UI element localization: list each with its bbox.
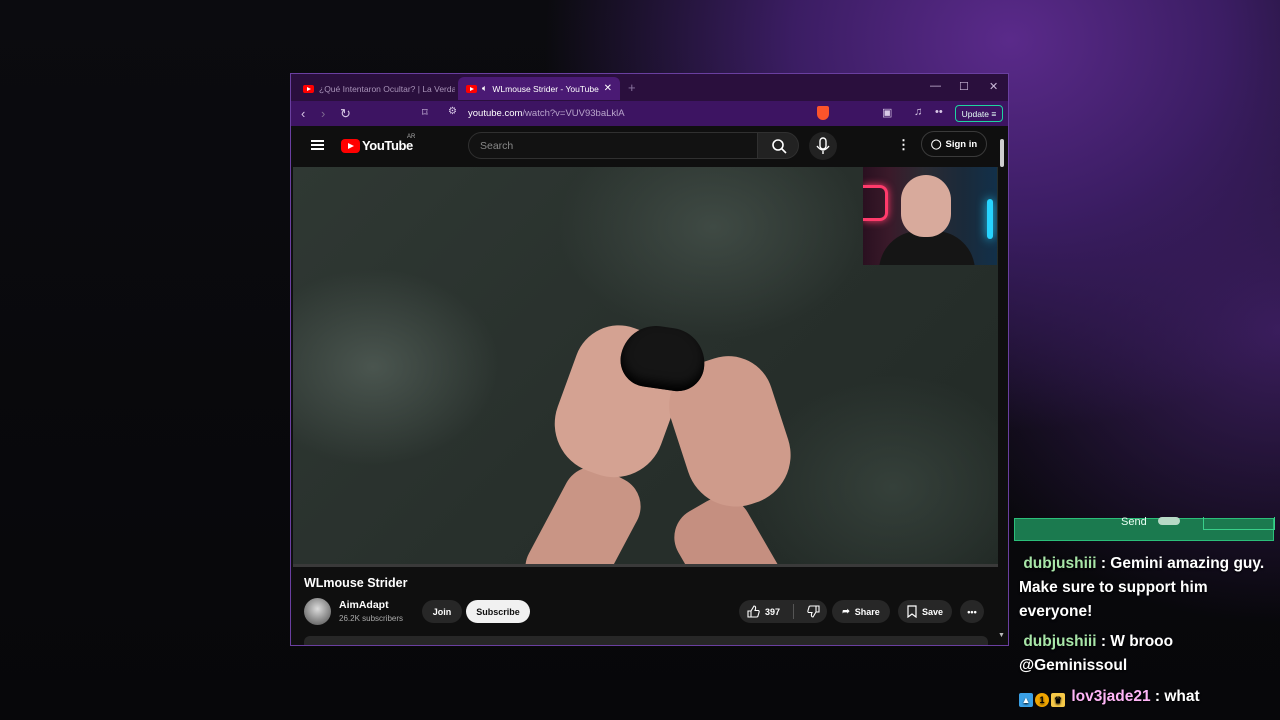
webcam-overlay [863,167,997,265]
video-title: WLmouse Strider [304,576,408,590]
sidebar-icon[interactable]: ▣ [882,106,892,119]
like-dislike-group: 397 [739,600,827,623]
more-actions-button[interactable]: ••• [960,600,984,623]
browser-window: ¿Qué Intentaron Ocultar? | La Verdad 🔈︎ … [290,73,1009,646]
crown-icon: ♛ [1051,693,1065,707]
menu-icon: ≡ [991,108,997,119]
neon-light [863,185,888,221]
forward-icon[interactable]: › [321,106,325,121]
chat-username[interactable]: lov3jade21 [1071,688,1150,705]
chat-username[interactable]: dubjushiii [1023,555,1096,572]
scrollbar-thumb[interactable] [1000,139,1004,167]
share-icon: ➦ [842,606,850,616]
tab-title: ¿Qué Intentaron Ocultar? | La Verdad [319,83,455,94]
music-icon[interactable]: ♫ [914,106,922,118]
save-bookmark-icon [907,605,917,618]
tab-active[interactable]: 🔈︎ WLmouse Strider - YouTube ✕ [458,77,620,100]
signin-label: Sign in [945,138,978,150]
url-field[interactable]: youtube.com/watch?v=VUV93baLklA [468,108,625,119]
search-input[interactable]: Search [468,132,758,159]
neon-light [987,199,993,239]
ellipsis-icon: ••• [967,606,977,617]
join-button[interactable]: Join [422,600,462,623]
url-path: /watch?v=VUV93baLklA [522,108,625,119]
bookmark-icon[interactable]: ⌑ [422,106,428,119]
subscribe-button[interactable]: Subscribe [466,600,530,623]
webcam-person-head [901,175,951,237]
microphone-icon [816,137,830,154]
reload-icon[interactable]: ↻ [340,106,351,122]
like-count: 397 [765,606,781,617]
like-button[interactable]: 397 [747,605,780,618]
share-label: Share [854,606,880,617]
close-icon[interactable]: ✕ [989,80,998,93]
video-player[interactable] [293,167,998,564]
voice-search-button[interactable] [809,132,837,160]
back-icon[interactable]: ‹ [301,106,305,121]
send-indicator [1158,517,1180,525]
tab-inactive[interactable]: ¿Qué Intentaron Ocultar? | La Verdad [295,77,455,100]
divider [793,604,795,619]
youtube-play-icon [341,138,360,153]
save-label: Save [921,606,944,617]
thumbs-down-icon [807,605,820,618]
youtube-header: YouTube AR Search ⋮ ◯ Sign in [291,126,1008,166]
tab-title: WLmouse Strider - YouTube [492,83,599,94]
update-label: Update [961,108,990,119]
site-settings-icon[interactable]: ⚙ [448,106,457,117]
address-bar: ‹ › ↻ ⌑ ⚙ youtube.com/watch?v=VUV93baLkl… [291,101,1008,126]
share-button[interactable]: ➦ Share [832,600,890,623]
channel-name[interactable]: AimAdapt [339,599,389,611]
wallet-icon[interactable]: •• [935,106,943,118]
youtube-favicon-icon [466,84,477,93]
close-tab-icon[interactable]: ✕ [604,83,612,94]
dislike-button[interactable] [807,605,820,618]
country-code: AR [407,134,416,140]
brave-shield-icon[interactable] [817,106,829,120]
send-label: Send [1121,516,1147,528]
search-button[interactable] [757,132,799,159]
channel-avatar[interactable] [304,598,331,625]
chat-message: dubjushiii : W brooo @Geminissoul [1019,630,1274,678]
youtube-favicon-icon [303,84,314,93]
more-options-icon[interactable]: ⋮ [897,137,910,153]
youtube-logo[interactable]: YouTube AR [341,134,415,153]
chat-text: : what [1154,688,1200,705]
chat-message: ▲ 1 ♛ lov3jade21 : what [1019,685,1274,709]
speaker-icon[interactable]: 🔈︎ [482,83,487,94]
subscriber-badge: 1 [1035,693,1049,707]
hamburger-menu-icon[interactable] [311,140,324,150]
update-button[interactable]: Update ≡ [955,105,1003,122]
description-box[interactable] [304,636,988,645]
save-button[interactable]: Save [898,600,952,623]
minimize-icon[interactable]: — [930,80,941,92]
maximize-icon[interactable]: ☐ [959,80,969,93]
scroll-down-arrow-icon[interactable]: ▼ [998,632,1005,639]
url-host: youtube.com [468,108,523,119]
chat-message: dubjushiii : Gemini amazing guy. Make su… [1019,552,1274,624]
youtube-logo-text: YouTube [362,138,413,153]
subscriber-count: 26.2K subscribers [339,614,404,623]
video-progress-bar[interactable] [293,564,998,567]
send-outline [1203,517,1275,530]
chat-send-bar[interactable]: Send [1014,516,1275,541]
tab-bar: ¿Qué Intentaron Ocultar? | La Verdad 🔈︎ … [291,74,1008,101]
account-icon: ◯ [930,138,942,150]
new-tab-button[interactable]: + [628,80,636,95]
thumbs-up-icon [747,605,760,618]
prime-icon: ▲ [1019,693,1033,707]
signin-button[interactable]: ◯ Sign in [921,131,987,157]
chat-username[interactable]: dubjushiii [1023,633,1096,650]
search-icon [772,139,787,154]
